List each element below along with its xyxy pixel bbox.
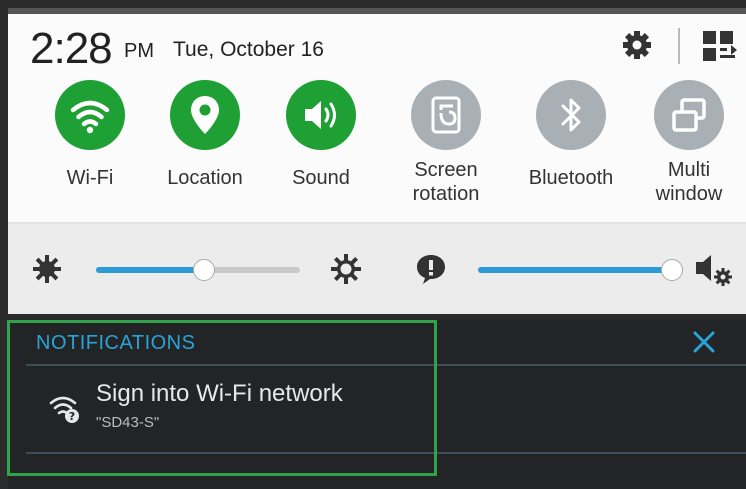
tile-multi-window[interactable]: Multi window <box>629 80 746 206</box>
highlight-box <box>7 320 437 476</box>
tile-label: Location <box>167 167 243 189</box>
tile-bluetooth[interactable]: Bluetooth <box>511 80 631 190</box>
bluetooth-icon <box>561 98 581 132</box>
tile-label-line1: Multi <box>667 159 711 181</box>
tile-label-line2: rotation <box>412 183 480 205</box>
tile-label: Wi-Fi <box>66 167 114 189</box>
tile-screen-rotation[interactable]: Screen rotation <box>386 80 506 206</box>
brightness-volume-row <box>8 224 746 314</box>
grid-edit-icon[interactable] <box>701 28 737 64</box>
brightness-fill <box>96 267 204 273</box>
tile-sound[interactable]: Sound <box>261 80 381 190</box>
tile-label-line2: window <box>655 183 723 205</box>
header-divider <box>678 28 680 64</box>
date-label: Tue, October 16 <box>173 38 324 61</box>
notification-volume-icon <box>417 255 445 284</box>
wifi-icon <box>70 100 110 134</box>
volume-fill <box>478 267 672 273</box>
tile-wifi[interactable]: Wi-Fi <box>30 80 150 190</box>
brightness-knob[interactable] <box>193 259 215 281</box>
tile-label: Multi window <box>629 158 746 206</box>
multi-window-toggle[interactable] <box>654 80 724 150</box>
volume-settings-icon[interactable] <box>693 250 733 288</box>
location-toggle[interactable] <box>170 80 240 150</box>
tile-location[interactable]: Location <box>145 80 265 190</box>
multi-window-icon <box>672 98 706 132</box>
volume-knob[interactable] <box>661 259 683 281</box>
screen-rotation-icon <box>431 96 461 134</box>
brightness-low-icon[interactable] <box>30 252 64 286</box>
screen-rotation-toggle[interactable] <box>411 80 481 150</box>
clock-time: 2:28 <box>30 24 113 73</box>
brightness-high-icon[interactable] <box>328 251 364 287</box>
clock-ampm: PM <box>124 40 154 62</box>
wifi-toggle[interactable] <box>55 80 125 150</box>
tile-label: Screen rotation <box>386 158 506 206</box>
tile-label-line1: Screen <box>414 159 478 181</box>
bluetooth-toggle[interactable] <box>536 80 606 150</box>
sound-icon <box>305 101 336 129</box>
close-icon[interactable] <box>688 326 720 358</box>
sound-toggle[interactable] <box>286 80 356 150</box>
tile-label: Sound <box>292 167 350 189</box>
location-icon <box>191 96 219 134</box>
tile-label: Bluetooth <box>528 167 614 189</box>
gear-icon[interactable] <box>620 28 654 62</box>
